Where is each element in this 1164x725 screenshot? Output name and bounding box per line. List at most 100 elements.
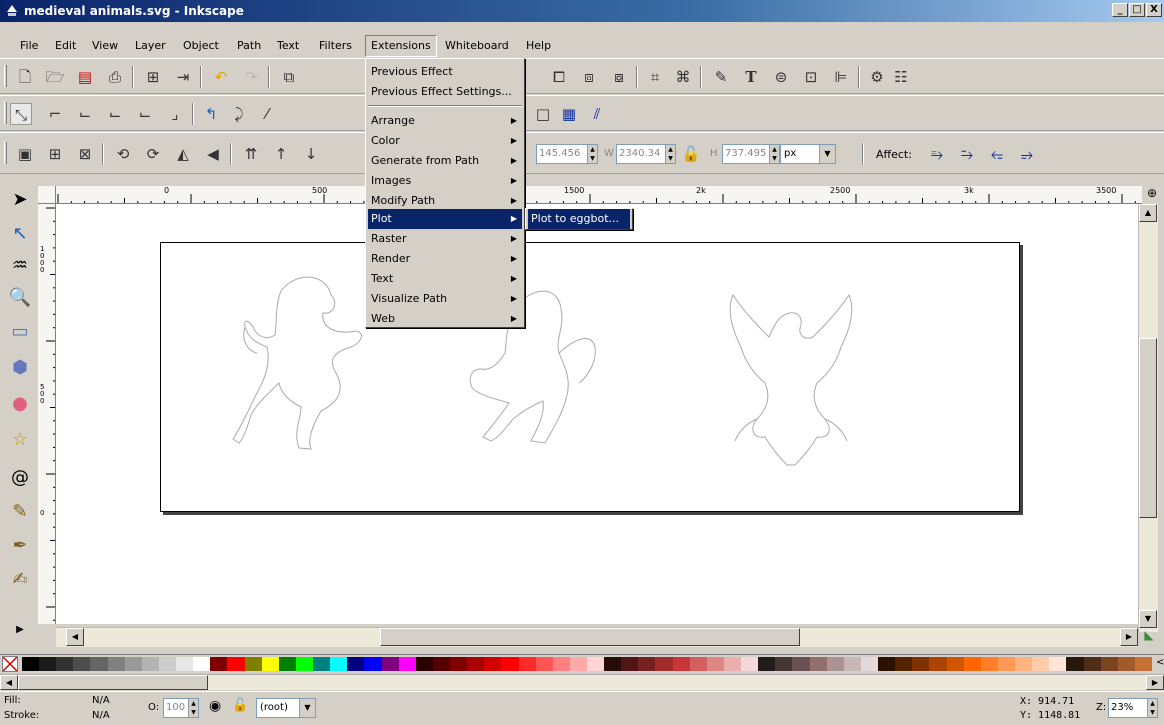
color-swatch[interactable]	[655, 657, 674, 671]
vertical-scrollbar[interactable]: ▲ ▼	[1138, 204, 1158, 632]
color-swatch[interactable]	[1049, 657, 1067, 671]
color-swatch[interactable]	[518, 657, 537, 671]
color-swatch[interactable]	[963, 657, 982, 671]
color-swatch[interactable]	[261, 657, 280, 671]
scroll-right-button[interactable]: ▶	[1120, 628, 1138, 646]
fill-stroke-icon[interactable]: ✎	[710, 66, 732, 88]
color-swatch[interactable]	[56, 657, 74, 671]
menu-text[interactable]: Text	[272, 35, 304, 57]
color-swatch[interactable]	[1032, 657, 1050, 671]
menu-modify-path[interactable]: Modify Path ▶	[368, 191, 522, 211]
menu-color[interactable]: Color ▶	[368, 131, 522, 151]
color-swatch[interactable]	[313, 657, 331, 671]
select-all-icon[interactable]: ▣	[14, 143, 36, 165]
visibility-eye-icon[interactable]: ◉	[209, 698, 221, 714]
vertical-ruler[interactable]: 1000 500 0	[38, 204, 56, 624]
color-swatch[interactable]	[1117, 657, 1136, 671]
color-swatch[interactable]	[141, 657, 160, 671]
w-stepper[interactable]: ▲ ▼	[665, 145, 675, 163]
no-paint-swatch[interactable]	[2, 656, 18, 672]
align-distribute-icon[interactable]: ⊫	[830, 66, 852, 88]
scroll-left-button[interactable]: ◀	[66, 628, 84, 646]
menu-previous-effect-settings[interactable]: Previous Effect Settings...	[368, 82, 522, 102]
color-swatch[interactable]	[723, 657, 742, 671]
pen-icon[interactable]: ✒	[8, 534, 32, 558]
color-swatch[interactable]	[672, 657, 691, 671]
color-swatch[interactable]	[330, 657, 348, 671]
lower-icon[interactable]: ↓	[300, 143, 322, 165]
snap-bbox-edge-icon[interactable]: ⌙	[74, 103, 96, 125]
color-swatch[interactable]	[929, 657, 948, 671]
deselect-icon[interactable]: ⊠	[74, 143, 96, 165]
menu-plot[interactable]: Plot ▶	[368, 209, 522, 229]
color-swatch[interactable]	[432, 657, 451, 671]
color-swatch[interactable]	[381, 657, 400, 671]
zoom-fit-icon[interactable]: ⊕	[1140, 186, 1164, 204]
copy-icon[interactable]: ⧉	[278, 66, 300, 88]
close-button[interactable]: X	[1146, 3, 1162, 17]
menu-layer[interactable]: Layer	[130, 35, 171, 57]
chevron-down-icon[interactable]: ▼	[299, 699, 315, 717]
export-icon[interactable]: ⇥	[172, 66, 194, 88]
menu-render[interactable]: Render ▶	[368, 249, 522, 269]
horizontal-scroll-thumb[interactable]	[380, 628, 800, 646]
menu-images[interactable]: Images ▶	[368, 171, 522, 191]
color-swatch[interactable]	[638, 657, 656, 671]
import-icon[interactable]: ⊞	[142, 66, 164, 88]
color-swatch[interactable]	[997, 657, 1016, 671]
color-swatch[interactable]	[604, 657, 622, 671]
color-swatch[interactable]	[22, 657, 40, 671]
undo-icon[interactable]: ↶	[210, 66, 232, 88]
affect-corners-icon[interactable]: ⥲	[956, 143, 978, 165]
layer-lock-icon[interactable]: 🔓	[232, 698, 248, 713]
raise-icon[interactable]: ↑	[270, 143, 292, 165]
lock-icon[interactable]: 🔓	[680, 143, 702, 165]
w-input[interactable]: 2340.34 ▲ ▼	[616, 144, 676, 164]
redo-icon[interactable]: ↷	[240, 66, 262, 88]
color-swatch[interactable]	[364, 657, 383, 671]
snap-enable-icon[interactable]: ⤡	[10, 103, 32, 125]
flip-vertical-icon[interactable]: ◀	[202, 143, 224, 165]
rectangle-icon[interactable]: ▭	[8, 320, 32, 344]
spiral-icon[interactable]: @	[8, 466, 32, 490]
raise-to-top-icon[interactable]: ⇈	[240, 143, 262, 165]
menu-edit[interactable]: Edit	[50, 35, 81, 57]
color-swatch[interactable]	[176, 657, 194, 671]
color-swatch[interactable]	[124, 657, 143, 671]
menu-web[interactable]: Web ▶	[368, 309, 522, 329]
opacity-stepper[interactable]: ▲ ▼	[188, 699, 198, 717]
menu-help[interactable]: Help	[521, 35, 556, 57]
color-swatch[interactable]	[689, 657, 708, 671]
snap-nodes-icon[interactable]: ↰	[200, 103, 222, 125]
color-swatch[interactable]	[792, 657, 811, 671]
drawing-canvas[interactable]	[56, 204, 1138, 624]
color-manage-icon[interactable]: ◣	[1140, 628, 1158, 646]
snap-bbox-center-icon[interactable]: ⌟	[164, 103, 186, 125]
snap-paths-icon[interactable]: ⤸	[228, 103, 250, 125]
color-swatch[interactable]	[467, 657, 485, 671]
color-swatch[interactable]	[621, 657, 639, 671]
color-swatch[interactable]	[107, 657, 126, 671]
color-swatch[interactable]	[450, 657, 468, 671]
menu-raster[interactable]: Raster ▶	[368, 229, 522, 249]
menu-arrange[interactable]: Arrange ▶	[368, 111, 522, 131]
menu-object[interactable]: Object	[178, 35, 224, 57]
print-icon[interactable]: ⎙	[104, 66, 126, 88]
palette-scrollbar[interactable]: ◀ ▶	[0, 674, 1164, 690]
color-swatch[interactable]	[484, 657, 502, 671]
snap-bbox-icon[interactable]: ⌐	[44, 103, 66, 125]
select-all-layers-icon[interactable]: ⊞	[44, 143, 66, 165]
color-swatch[interactable]	[980, 657, 999, 671]
color-swatch[interactable]	[706, 657, 725, 671]
flip-horizontal-icon[interactable]: ◭	[172, 143, 194, 165]
color-swatch[interactable]	[501, 657, 519, 671]
color-swatch[interactable]	[569, 657, 588, 671]
menu-extensions[interactable]: Extensions	[365, 35, 437, 57]
unit-select[interactable]: px ▼	[780, 144, 836, 164]
open-folder-icon[interactable]: 🗁	[44, 66, 66, 88]
color-swatch[interactable]	[912, 657, 930, 671]
color-swatch[interactable]	[775, 657, 793, 671]
palette-menu-icon[interactable]: <	[1156, 657, 1164, 668]
snap-guides-icon[interactable]: ⫽	[586, 103, 608, 125]
snap-grid-icon[interactable]: ▦	[558, 103, 580, 125]
